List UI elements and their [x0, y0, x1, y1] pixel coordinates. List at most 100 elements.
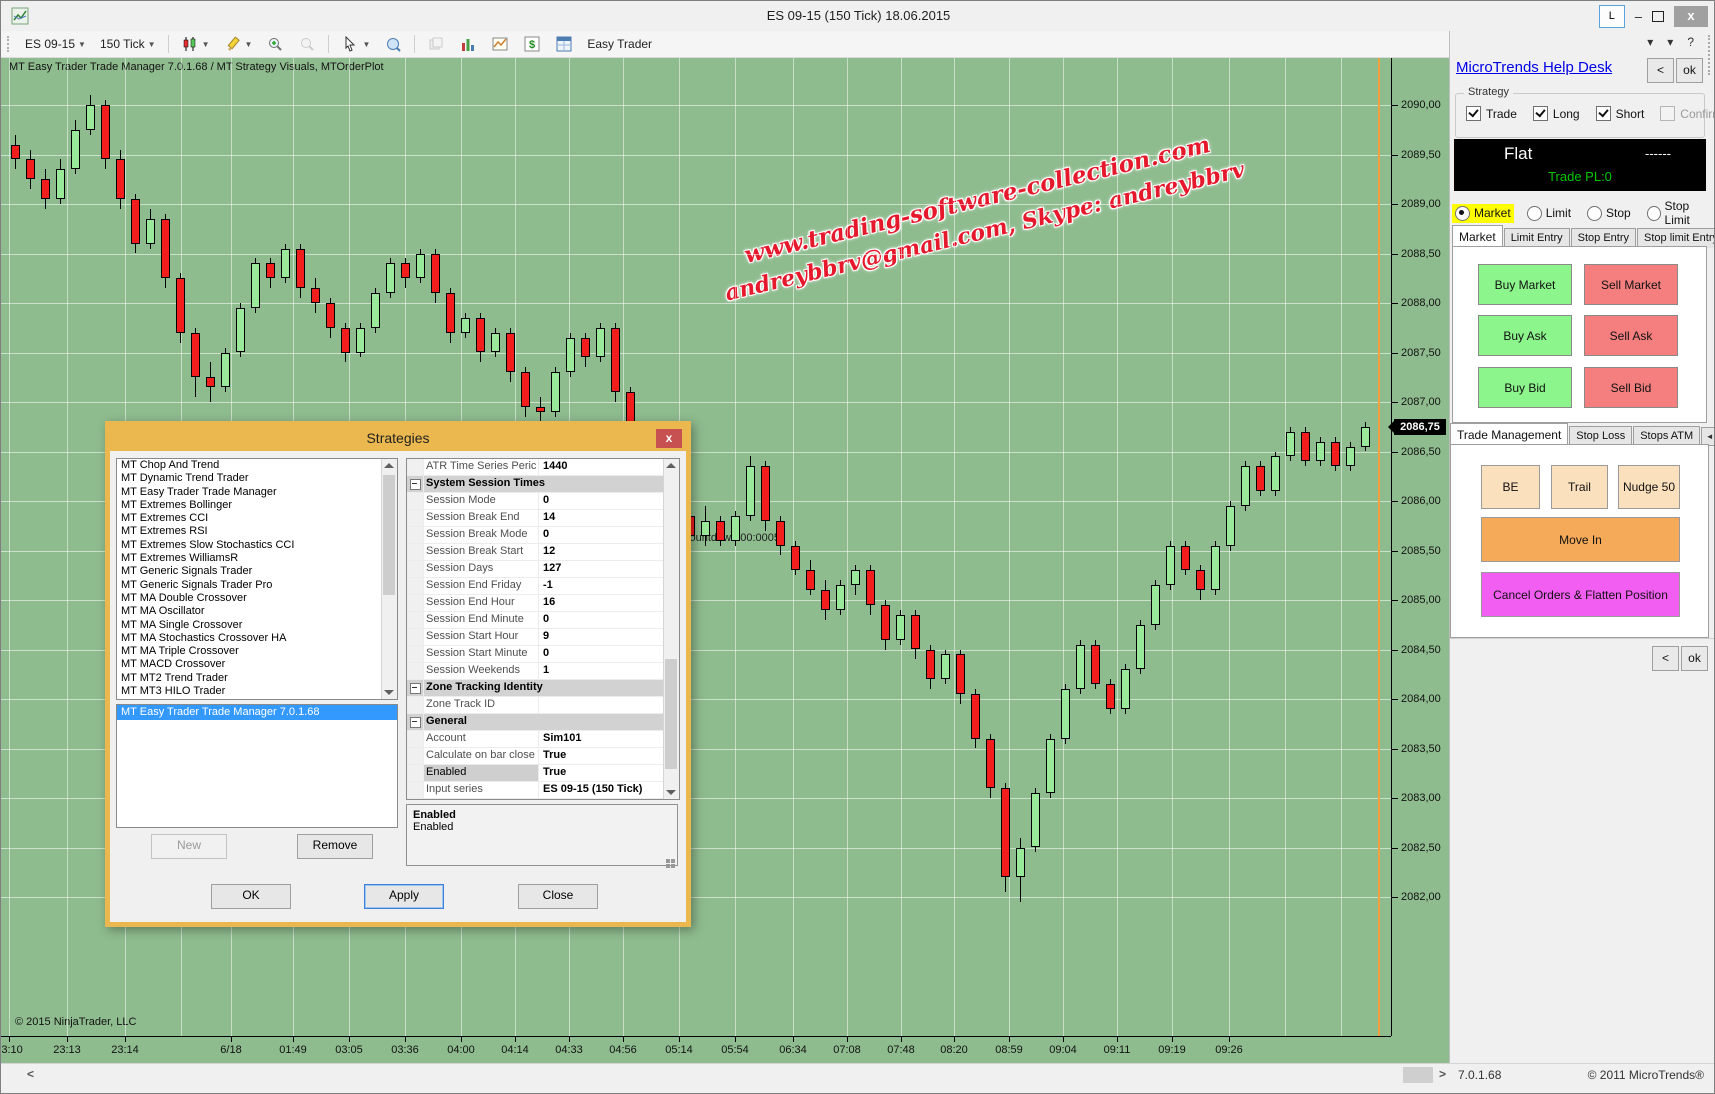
order-type-radio-market[interactable]: Market	[1452, 204, 1514, 223]
property-row[interactable]: Input seriesES 09-15 (150 Tick)	[407, 782, 663, 799]
list-scrollbar[interactable]	[381, 459, 397, 699]
property-value[interactable]: 1440	[539, 459, 663, 475]
market-analyzer-button[interactable]	[551, 33, 577, 55]
strategy-list-item[interactable]: MT Extremes RSI	[117, 525, 379, 538]
help-desk-link[interactable]: MicroTrends Help Desk	[1456, 59, 1612, 76]
property-row[interactable]: Session Break Start12	[407, 544, 663, 561]
strategy-list-item[interactable]: MT MA Triple Crossover	[117, 645, 379, 658]
title-bar[interactable]: ES 09-15 (150 Tick) 18.06.2015 L – x	[1, 1, 1715, 32]
management-tab-stops-atm[interactable]: Stops ATM	[1633, 426, 1700, 446]
panel-caret-icon[interactable]: ▾	[1647, 35, 1653, 49]
configured-strategies-list[interactable]: MT Easy Trader Trade Manager 7.0.1.68	[116, 704, 398, 828]
property-value[interactable]: MT Easy Trader Trade	[539, 799, 663, 800]
new-button[interactable]: New	[151, 834, 227, 859]
property-value[interactable]: 0	[539, 493, 663, 509]
bar-chart-button[interactable]	[455, 33, 481, 55]
scrollbar-thumb[interactable]	[665, 659, 677, 769]
checkbox-long[interactable]: Long	[1533, 106, 1580, 121]
strategy-list-item[interactable]: MT MT3 HILO Trader	[117, 685, 379, 698]
radio-icon[interactable]	[1587, 206, 1602, 221]
remove-button[interactable]: Remove	[297, 834, 373, 859]
entry-tab-stop-limit-entry[interactable]: Stop limit Entry	[1637, 228, 1715, 248]
property-value[interactable]: 14	[539, 510, 663, 526]
scroll-right-icon[interactable]: >	[1439, 1067, 1446, 1081]
strategy-list-item[interactable]: MT MA Oscillator	[117, 605, 379, 618]
strategy-list-item[interactable]: MT MACD Crossover	[117, 658, 379, 671]
price-axis[interactable]: 2090,002089,502089,002088,502088,002087,…	[1391, 58, 1450, 1036]
scroll-left-icon[interactable]: <	[27, 1067, 34, 1081]
property-value[interactable]	[539, 697, 663, 713]
management-tab-trade-management[interactable]: Trade Management	[1450, 423, 1568, 446]
property-row[interactable]: Calculate on bar closeTrue	[407, 748, 663, 765]
strategy-list-item[interactable]: MT Easy Trader Trade Manager	[117, 486, 379, 499]
collapse-icon[interactable]	[410, 479, 421, 490]
checkbox-trade[interactable]: Trade	[1466, 106, 1517, 121]
property-row[interactable]: Session Days127	[407, 561, 663, 578]
property-row[interactable]: Session End Friday-1	[407, 578, 663, 595]
panel-grip-icon[interactable]	[1708, 35, 1710, 75]
scroll-down-icon[interactable]	[666, 790, 676, 795]
panel-ok-button[interactable]: ok	[1676, 58, 1703, 83]
panel-ok-button[interactable]: ok	[1681, 646, 1708, 671]
sell-market-button[interactable]: Sell Market	[1584, 264, 1678, 305]
collapse-icon[interactable]	[410, 717, 421, 728]
entry-tab-market[interactable]: Market	[1452, 225, 1503, 248]
property-value[interactable]: 0	[539, 527, 663, 543]
cursor-tool-button[interactable]: ▼	[337, 33, 374, 55]
property-value[interactable]: -1	[539, 578, 663, 594]
property-row[interactable]: EnabledTrue	[407, 765, 663, 782]
property-row[interactable]: Session Start Hour9	[407, 629, 663, 646]
resize-grip-icon[interactable]	[671, 859, 675, 863]
available-strategies-list[interactable]: MT Chop And TrendMT Dynamic Trend Trader…	[116, 458, 398, 700]
property-row[interactable]: Zone Track ID	[407, 697, 663, 714]
candlestick-style-button[interactable]: ▼	[177, 33, 214, 55]
checkbox-short[interactable]: Short	[1596, 106, 1645, 121]
close-button[interactable]: Close	[518, 884, 598, 909]
property-value[interactable]: True	[539, 765, 663, 781]
radio-icon[interactable]	[1455, 206, 1470, 221]
zoom-out-button[interactable]	[294, 33, 320, 55]
close-icon[interactable]: x	[1674, 6, 1708, 27]
property-value[interactable]: 9	[539, 629, 663, 645]
time-axis[interactable]: 23:1023:1323:146/1801:4903:0503:3604:000…	[1, 1036, 1391, 1064]
snapshot-button[interactable]	[487, 33, 513, 55]
property-row[interactable]: Session End Minute0	[407, 612, 663, 629]
property-category-row[interactable]: System Session Times	[407, 476, 663, 493]
property-value[interactable]: 127	[539, 561, 663, 577]
scroll-down-icon[interactable]	[384, 690, 394, 695]
dialog-title-bar[interactable]: Strategies x	[110, 426, 686, 451]
strategy-property-grid[interactable]: ATR Time Series Peric1440System Session …	[406, 458, 680, 800]
property-value[interactable]: 12	[539, 544, 663, 560]
management-tab-stop-loss[interactable]: Stop Loss	[1569, 426, 1632, 446]
property-row[interactable]: Session Break End14	[407, 510, 663, 527]
strategy-list-item[interactable]: MT Generic Signals Trader	[117, 565, 379, 578]
property-row[interactable]: Session Mode0	[407, 493, 663, 510]
help-icon[interactable]: ?	[1687, 35, 1694, 49]
panel-caret-icon[interactable]: ▾	[1667, 35, 1673, 49]
checkbox-icon[interactable]	[1466, 106, 1481, 121]
radio-icon[interactable]	[1527, 206, 1542, 221]
order-type-radio-limit[interactable]: Limit	[1524, 204, 1574, 223]
strategy-list-item[interactable]: MT MA Stochastics Crossover HA	[117, 632, 379, 645]
sell-ask-button[interactable]: Sell Ask	[1584, 315, 1678, 356]
strategy-list-item[interactable]: MT Generic Signals Trader Pro	[117, 579, 379, 592]
property-value[interactable]: 0	[539, 612, 663, 628]
checkbox-confirm[interactable]: Confirm	[1660, 106, 1715, 121]
property-value[interactable]: ES 09-15 (150 Tick)	[539, 782, 663, 798]
dialog-close-icon[interactable]: x	[656, 429, 682, 448]
scrollbar-thumb[interactable]	[1403, 1067, 1433, 1083]
checkbox-icon[interactable]	[1596, 106, 1611, 121]
buy-bid-button[interactable]: Buy Bid	[1478, 367, 1572, 408]
layers-button[interactable]	[423, 33, 449, 55]
property-value[interactable]: 16	[539, 595, 663, 611]
minimize-icon[interactable]: –	[1635, 7, 1642, 27]
order-type-radio-stop[interactable]: Stop	[1584, 204, 1634, 223]
account-performance-button[interactable]: $	[519, 33, 545, 55]
nudge-button[interactable]: Nudge 50	[1618, 465, 1680, 509]
entry-tab-limit-entry[interactable]: Limit Entry	[1504, 228, 1570, 248]
strategy-list-item[interactable]: MT Extremes CCI	[117, 512, 379, 525]
trail-button[interactable]: Trail	[1551, 465, 1608, 509]
property-value[interactable]: 1	[539, 663, 663, 679]
entry-tab-stop-entry[interactable]: Stop Entry	[1571, 228, 1636, 248]
strategy-list-item[interactable]: MT MT2 Trend Trader	[117, 672, 379, 685]
